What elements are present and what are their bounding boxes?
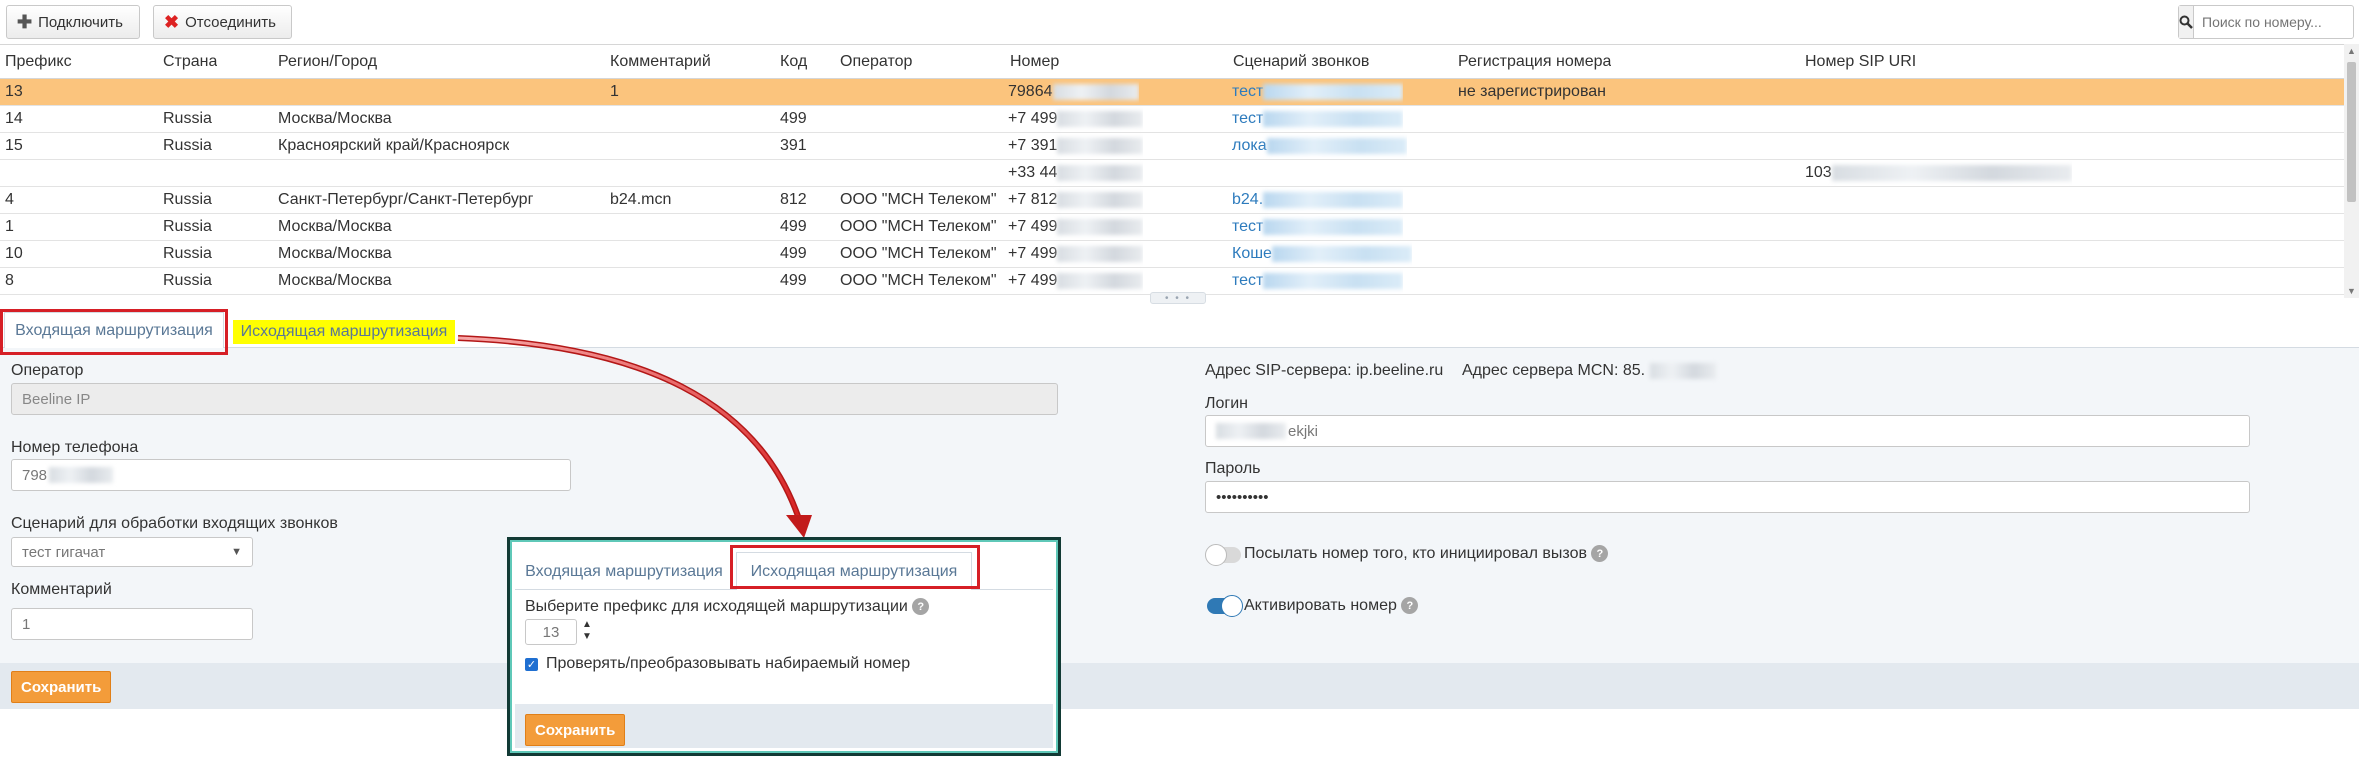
outgoing-routing-callout: Входящая маршрутизация Исходящая маршрут… bbox=[507, 537, 1061, 756]
callout-tab-incoming[interactable]: Входящая маршрутизация bbox=[524, 554, 724, 590]
annotation-box-outgoing bbox=[730, 545, 980, 589]
prefix-input[interactable]: 13 bbox=[525, 619, 577, 645]
prefix-row: Выберите префикс для исходящей маршрутиз… bbox=[525, 598, 930, 616]
annotation-arrow bbox=[457, 335, 812, 538]
check-label: Проверять/преобразовывать набираемый ном… bbox=[546, 655, 911, 672]
help-icon[interactable]: ? bbox=[912, 598, 930, 616]
prefix-value: 13 bbox=[542, 623, 560, 641]
callout-tab-incoming-label: Входящая маршрутизация bbox=[525, 563, 723, 580]
callout-save-button[interactable]: Сохранить bbox=[525, 714, 626, 746]
check-row: ✓ Проверять/преобразовывать набираемый н… bbox=[525, 655, 910, 673]
prefix-label: Выберите префикс для исходящей маршрутиз… bbox=[525, 598, 908, 615]
check-number-checkbox[interactable]: ✓ bbox=[525, 657, 538, 671]
callout-save-label: Сохранить bbox=[535, 721, 616, 739]
stepper-icon[interactable]: ▲ ▼ bbox=[582, 619, 592, 643]
